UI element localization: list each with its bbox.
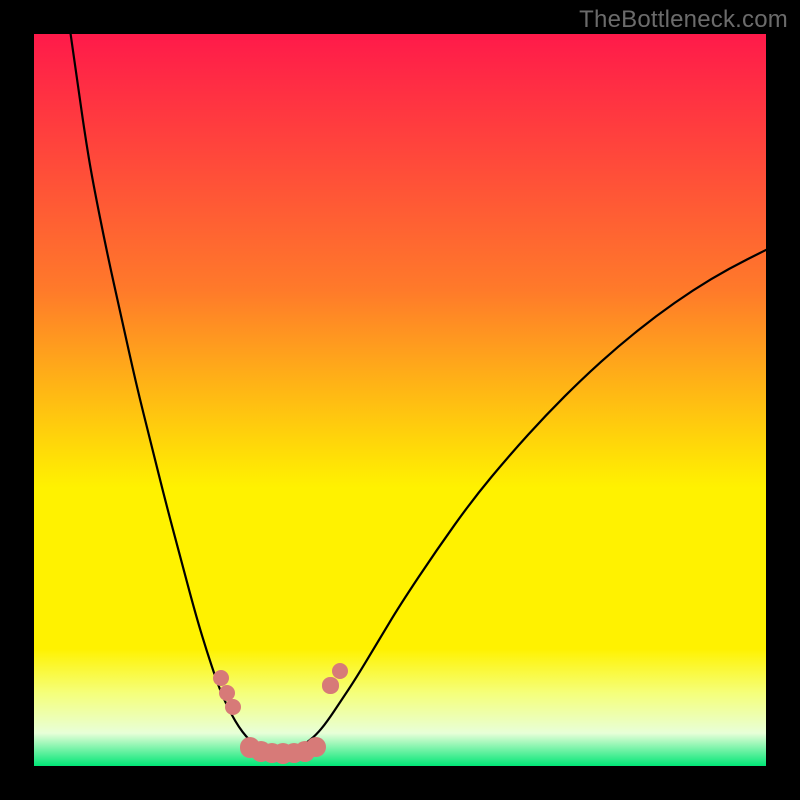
marker-right-upper-2 xyxy=(332,663,348,679)
marker-floor-7 xyxy=(306,737,326,757)
series-left-curve xyxy=(71,34,276,755)
series-layer xyxy=(34,34,766,766)
marker-right-upper-1 xyxy=(322,677,338,693)
plot-area xyxy=(34,34,766,766)
series-right-curve xyxy=(290,250,766,755)
outer-frame: TheBottleneck.com xyxy=(0,0,800,800)
watermark-text: TheBottleneck.com xyxy=(579,6,788,34)
